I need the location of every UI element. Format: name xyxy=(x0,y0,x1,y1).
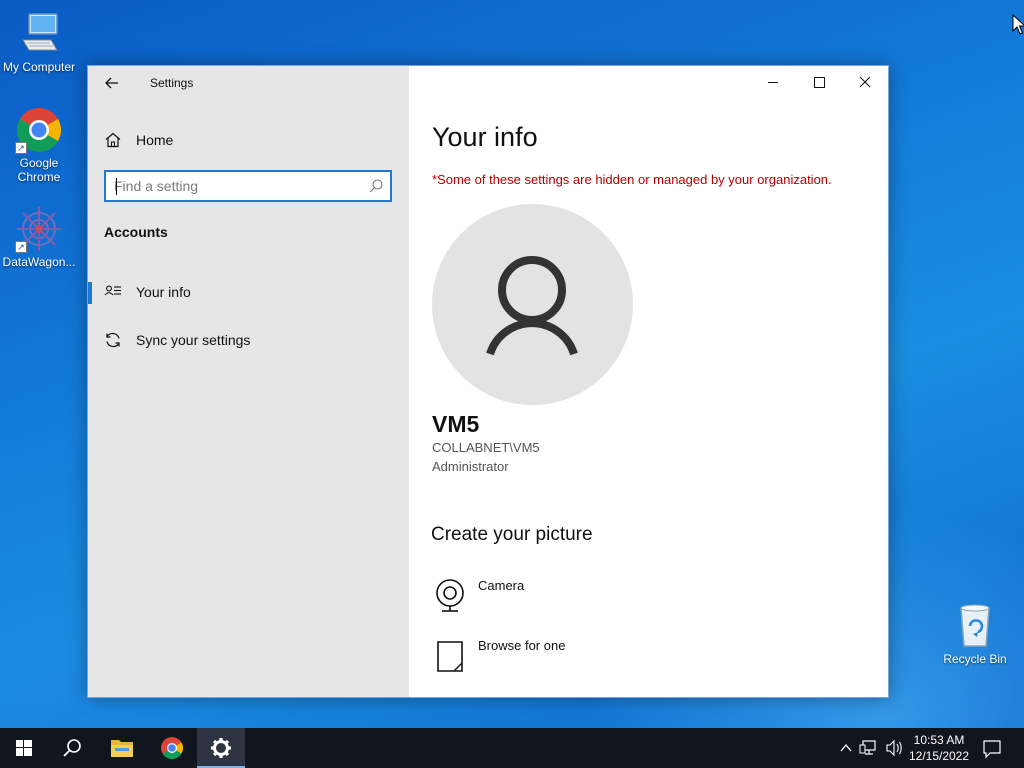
desktop-icon-label: Recycle Bin xyxy=(943,652,1007,666)
shortcut-arrow-icon: ↗ xyxy=(15,241,27,253)
chevron-up-icon[interactable] xyxy=(840,743,852,752)
settings-sidebar: Settings Home Accounts xyxy=(88,66,409,697)
clock-time: 10:53 AM xyxy=(913,733,965,747)
page-title: Your info xyxy=(432,122,538,152)
browse-option[interactable]: Browse for one xyxy=(432,636,732,680)
sidebar-item-your-info[interactable]: Your info xyxy=(88,272,409,312)
file-icon xyxy=(432,636,468,676)
sidebar-item-label: Your info xyxy=(136,284,191,300)
home-icon xyxy=(104,131,122,149)
recycle-bin-icon xyxy=(951,602,999,650)
mouse-cursor-icon xyxy=(1012,13,1024,36)
minimize-button[interactable] xyxy=(750,66,796,98)
taskbar-clock[interactable]: 10:53 AM 12/15/2022 xyxy=(906,732,972,764)
person-list-icon xyxy=(104,283,122,301)
network-icon[interactable] xyxy=(859,740,876,755)
create-picture-heading: Create your picture xyxy=(431,524,593,545)
close-button[interactable] xyxy=(842,66,888,98)
back-button[interactable] xyxy=(98,72,126,94)
user-account: COLLABNET\VM5 xyxy=(432,440,540,455)
camera-option[interactable]: Camera xyxy=(432,576,732,620)
close-icon xyxy=(859,76,871,88)
section-header-accounts: Accounts xyxy=(104,224,168,240)
camera-icon xyxy=(432,576,468,616)
start-icon xyxy=(16,740,32,756)
settings-window: Settings Home Accounts xyxy=(87,65,889,698)
maximize-button[interactable] xyxy=(796,66,842,98)
user-silhouette-icon xyxy=(486,256,578,356)
chrome-icon xyxy=(161,737,183,759)
minimize-icon xyxy=(768,82,778,83)
app-title: Settings xyxy=(150,76,194,90)
sidebar-item-home[interactable]: Home xyxy=(88,122,409,158)
sync-icon xyxy=(104,331,122,349)
text-cursor xyxy=(116,178,117,195)
desktop-icon-label: Google Chrome xyxy=(17,156,61,184)
user-role: Administrator xyxy=(432,459,509,474)
shortcut-arrow-icon: ↗ xyxy=(15,142,27,154)
taskbar: 10:53 AM 12/15/2022 xyxy=(0,728,1024,768)
title-bar: Settings xyxy=(88,66,409,100)
settings-icon xyxy=(211,738,231,758)
maximize-icon xyxy=(814,77,825,88)
file-explorer-icon xyxy=(111,740,133,757)
system-tray xyxy=(836,728,906,768)
sidebar-item-sync-settings[interactable]: Sync your settings xyxy=(88,320,409,360)
browse-option-label: Browse for one xyxy=(478,638,566,653)
desktop-icon-label: My Computer xyxy=(2,60,76,74)
action-center-button[interactable] xyxy=(968,728,1016,768)
avatar xyxy=(432,204,633,405)
desktop-icon-datawagon[interactable]: ↗ DataWagon... xyxy=(0,205,78,269)
user-name: VM5 xyxy=(432,411,480,437)
sidebar-item-label: Home xyxy=(136,132,174,148)
taskbar-settings[interactable] xyxy=(197,728,245,768)
search-input[interactable] xyxy=(114,177,354,195)
datawagon-icon: ↗ xyxy=(15,205,63,253)
window-controls xyxy=(750,66,888,100)
sidebar-item-label: Sync your settings xyxy=(136,332,251,348)
settings-content: Your info *Some of these settings are hi… xyxy=(409,66,888,697)
taskbar-file-explorer[interactable] xyxy=(98,728,146,768)
search-box[interactable] xyxy=(104,170,392,202)
volume-icon[interactable] xyxy=(886,739,902,757)
desktop-icon-label: DataWagon... xyxy=(2,255,76,269)
search-icon xyxy=(368,178,384,194)
search-icon xyxy=(63,739,81,757)
chrome-icon: ↗ xyxy=(15,106,63,154)
taskbar-chrome[interactable] xyxy=(148,728,196,768)
clock-date: 12/15/2022 xyxy=(908,749,970,763)
camera-option-label: Camera xyxy=(478,578,525,593)
start-button[interactable] xyxy=(0,728,48,768)
desktop-icon-google-chrome[interactable]: ↗ Google Chrome xyxy=(0,106,78,184)
policy-warning: *Some of these settings are hidden or ma… xyxy=(432,172,832,187)
computer-icon xyxy=(15,10,63,58)
taskbar-search-button[interactable] xyxy=(48,728,96,768)
desktop-icon-recycle-bin[interactable]: Recycle Bin xyxy=(936,602,1014,666)
selected-indicator xyxy=(88,282,92,304)
desktop-icon-my-computer[interactable]: My Computer xyxy=(0,10,78,74)
notification-icon xyxy=(983,740,1001,759)
back-arrow-icon xyxy=(105,77,118,89)
